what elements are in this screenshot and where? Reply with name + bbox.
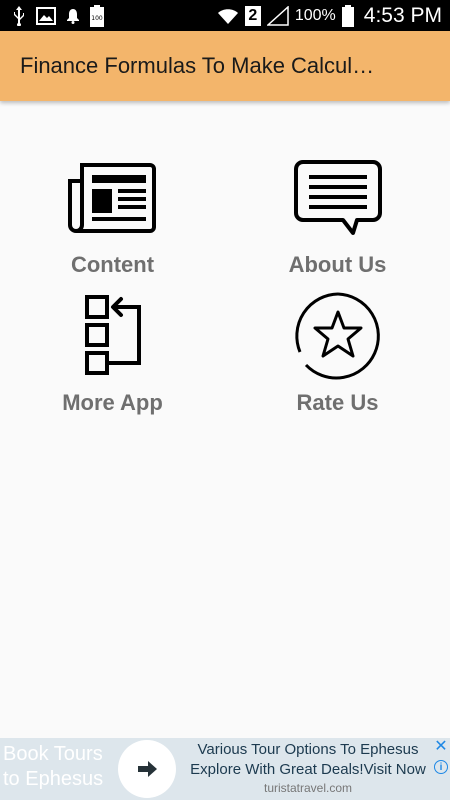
chat-bubble-icon — [290, 150, 386, 246]
status-left-icons: 100 — [12, 4, 104, 27]
menu-item-about-us[interactable]: About Us — [225, 150, 450, 278]
svg-text:100: 100 — [91, 15, 103, 22]
battery-100-icon: 100 — [90, 4, 104, 27]
star-circle-icon — [290, 288, 386, 384]
signal-icon — [266, 5, 289, 26]
newspaper-icon — [65, 150, 161, 246]
menu-item-more-app[interactable]: More App — [0, 288, 225, 416]
status-time: 4:53 PM — [363, 3, 442, 27]
ad-text-block[interactable]: Various Tour Options To Ephesus Explore … — [183, 740, 433, 796]
sim-badge: 2 — [248, 6, 258, 24]
app-list-icon — [65, 288, 161, 384]
menu-label-about-us: About Us — [288, 252, 387, 277]
arrow-right-icon — [138, 761, 157, 777]
app-title: Finance Formulas To Make Calcul… — [20, 53, 375, 78]
ad-arrow-button[interactable] — [118, 740, 176, 798]
ad-banner[interactable]: Book Tours to Ephesus Various Tour Optio… — [0, 738, 450, 800]
status-right-icons: 2 100% 4:53 PM — [217, 4, 442, 28]
notification-bell-icon — [66, 8, 80, 24]
menu-item-rate-us[interactable]: Rate Us — [225, 288, 450, 416]
image-icon — [36, 6, 56, 25]
wifi-icon — [217, 7, 239, 25]
ad-headline: Various Tour Options To Ephesus Explore … — [190, 741, 426, 778]
ad-left-text[interactable]: Book Tours to Ephesus — [3, 742, 118, 792]
ad-domain: turistatravel.com — [263, 781, 353, 795]
app-bar: Finance Formulas To Make Calcul… — [0, 31, 450, 101]
menu-label-more-app: More App — [62, 390, 163, 415]
menu-label-content: Content — [70, 252, 155, 277]
usb-icon — [12, 5, 26, 26]
info-icon[interactable]: i — [434, 760, 448, 774]
menu-item-content[interactable]: Content — [0, 150, 225, 278]
battery-percent: 100% — [294, 6, 336, 24]
sim-2-icon: 2 — [244, 5, 261, 26]
close-icon[interactable]: ✕ — [434, 739, 448, 755]
battery-icon — [341, 4, 354, 27]
menu-label-rate-us: Rate Us — [296, 390, 379, 415]
status-bar: 100 2 100% 4:53 PM — [0, 0, 450, 31]
